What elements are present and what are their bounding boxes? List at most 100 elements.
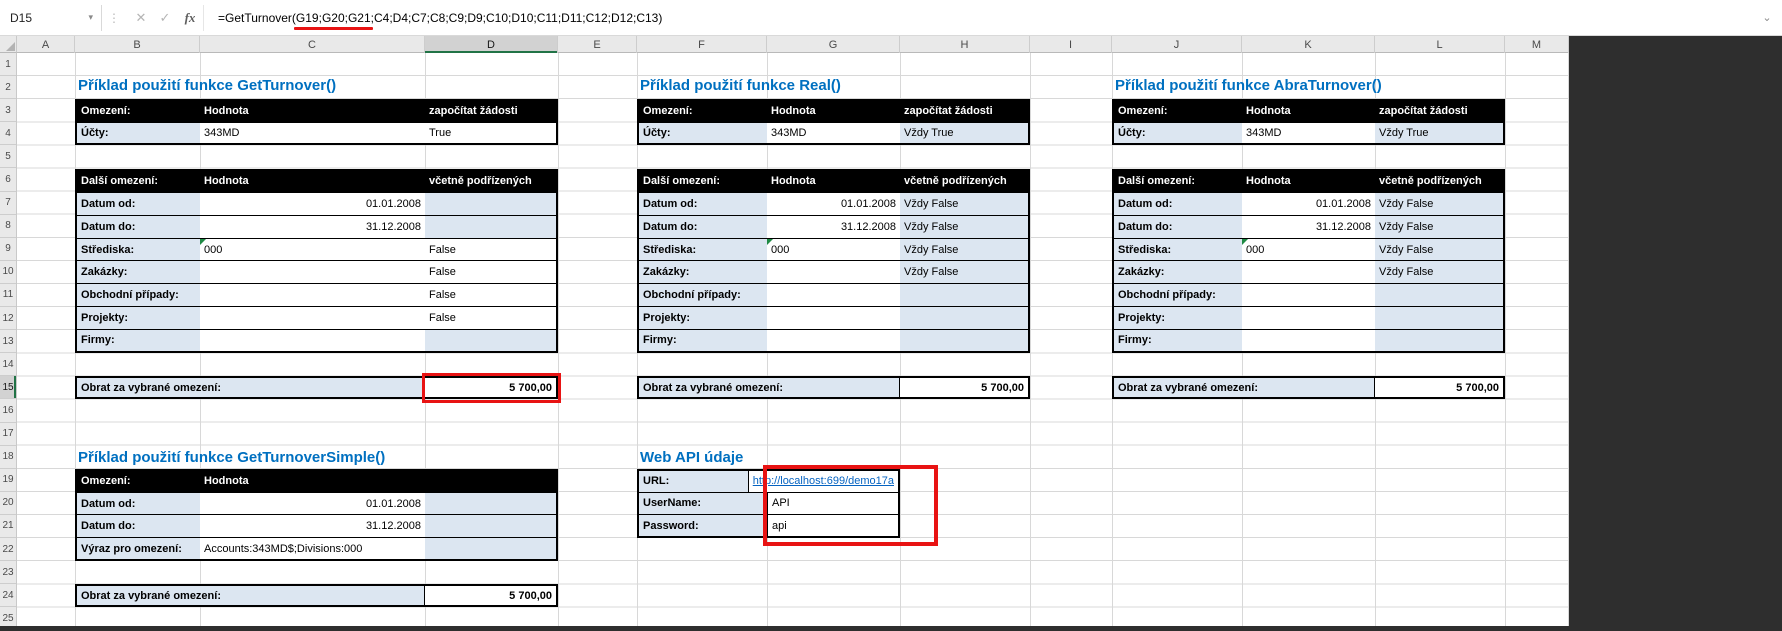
header-cell[interactable]: započítat žádosti: [425, 101, 556, 122]
cell-label[interactable]: URL:: [639, 471, 748, 492]
cell-flag[interactable]: False: [425, 239, 556, 261]
cell-value[interactable]: [1242, 307, 1375, 329]
section-title-real[interactable]: Příklad použití funkce Real(): [640, 77, 841, 94]
cell-value[interactable]: 31.12.2008: [1242, 216, 1375, 238]
column-header-G[interactable]: G: [767, 36, 900, 53]
header-cell[interactable]: Omezení:: [77, 471, 200, 492]
cell-label[interactable]: Firmy:: [77, 330, 200, 352]
row-header-24[interactable]: 24: [0, 584, 16, 607]
cell-label[interactable]: Datum do:: [77, 216, 200, 238]
cell-label[interactable]: Zakázky:: [639, 261, 767, 283]
cell-value[interactable]: API: [767, 493, 898, 514]
cell-label[interactable]: Zakázky:: [77, 261, 200, 283]
row-header-21[interactable]: 21: [0, 515, 16, 538]
cell-value[interactable]: [200, 261, 425, 283]
row-header-19[interactable]: 19: [0, 469, 16, 492]
row-header-5[interactable]: 5: [0, 145, 16, 168]
cell-label[interactable]: Střediska:: [639, 239, 767, 261]
header-cell[interactable]: Omezení:: [1114, 101, 1242, 122]
column-header-J[interactable]: J: [1112, 36, 1242, 53]
cell-flag[interactable]: False: [425, 284, 556, 306]
cell-extra[interactable]: [425, 493, 556, 514]
header-cell[interactable]: Hodnota: [767, 101, 900, 122]
column-header-M[interactable]: M: [1505, 36, 1569, 53]
total-label[interactable]: Obrat za vybrané omezení:: [1114, 378, 1374, 397]
row-header-17[interactable]: 17: [0, 423, 16, 446]
cell-flag[interactable]: [900, 330, 1028, 352]
url-hyperlink[interactable]: http://localhost:699/demo17a: [753, 475, 894, 487]
cell-label[interactable]: Obchodní případy:: [77, 284, 200, 306]
cell-value[interactable]: 01.01.2008: [767, 193, 900, 215]
column-header-F[interactable]: F: [637, 36, 767, 53]
cell-label[interactable]: Zakázky:: [1114, 261, 1242, 283]
select-all-corner[interactable]: [0, 36, 17, 53]
row-header-15[interactable]: 15: [0, 376, 16, 399]
cell-value[interactable]: 343MD: [767, 123, 900, 144]
cell-label[interactable]: Projekty:: [1114, 307, 1242, 329]
column-header-E[interactable]: E: [558, 36, 637, 53]
header-cell[interactable]: včetně podřízených: [1375, 171, 1503, 193]
cell-value[interactable]: [767, 261, 900, 283]
header-cell[interactable]: Další omezení:: [639, 171, 767, 193]
cell-value[interactable]: 31.12.2008: [767, 216, 900, 238]
row-header-14[interactable]: 14: [0, 353, 16, 376]
cell-value[interactable]: 31.12.2008: [200, 216, 425, 238]
cell-flag[interactable]: Vždy False: [900, 216, 1028, 238]
header-cell[interactable]: Hodnota: [200, 171, 425, 193]
cell-flag[interactable]: False: [425, 261, 556, 283]
total-value[interactable]: 5 700,00: [1374, 378, 1503, 397]
cell-flag[interactable]: [900, 307, 1028, 329]
cell-label[interactable]: Password:: [639, 515, 767, 536]
header-cell[interactable]: Hodnota: [1242, 171, 1375, 193]
cell-label[interactable]: Datum do:: [1114, 216, 1242, 238]
cell-flag[interactable]: Vždy False: [900, 261, 1028, 283]
cell-flag[interactable]: [900, 284, 1028, 306]
cancel-icon[interactable]: ✕: [129, 10, 153, 26]
cell-flag[interactable]: [425, 193, 556, 215]
header-cell[interactable]: Hodnota: [200, 471, 556, 492]
cell-extra[interactable]: [425, 538, 556, 559]
cell-value[interactable]: api: [767, 515, 898, 536]
cell-flag[interactable]: True: [425, 123, 556, 144]
cell-label[interactable]: Projekty:: [77, 307, 200, 329]
row-header-1[interactable]: 1: [0, 53, 16, 76]
header-cell[interactable]: započítat žádosti: [900, 101, 1028, 122]
header-cell[interactable]: včetně podřízených: [900, 171, 1028, 193]
column-header-D[interactable]: D: [425, 36, 558, 53]
total-value[interactable]: 5 700,00: [424, 378, 556, 397]
header-cell[interactable]: započítat žádosti: [1375, 101, 1503, 122]
cell-label[interactable]: Účty:: [639, 123, 767, 144]
total-label[interactable]: Obrat za vybrané omezení:: [639, 378, 899, 397]
header-cell[interactable]: Další omezení:: [1114, 171, 1242, 193]
cell-label[interactable]: Střediska:: [1114, 239, 1242, 261]
row-header-2[interactable]: 2: [0, 76, 16, 99]
cell-flag[interactable]: [1375, 284, 1503, 306]
cell-value[interactable]: [200, 284, 425, 306]
name-box[interactable]: D15 ▾: [2, 5, 102, 31]
header-cell[interactable]: Další omezení:: [77, 171, 200, 193]
column-header-I[interactable]: I: [1030, 36, 1112, 53]
total-label[interactable]: Obrat za vybrané omezení:: [77, 378, 424, 397]
cell-label[interactable]: Datum od:: [1114, 193, 1242, 215]
row-header-13[interactable]: 13: [0, 330, 16, 353]
cell-label[interactable]: Firmy:: [1114, 330, 1242, 352]
cell-flag[interactable]: [425, 330, 556, 352]
column-header-C[interactable]: C: [200, 36, 425, 53]
cell-value[interactable]: [1242, 284, 1375, 306]
cell-value[interactable]: [1242, 261, 1375, 283]
cell-extra[interactable]: [425, 515, 556, 536]
cell-value[interactable]: [200, 307, 425, 329]
row-header-3[interactable]: 3: [0, 99, 16, 122]
row-header-16[interactable]: 16: [0, 399, 16, 422]
cell-label[interactable]: Účty:: [1114, 123, 1242, 144]
cell-flag[interactable]: Vždy False: [1375, 193, 1503, 215]
formula-bar-expand-icon[interactable]: ⌄: [1752, 11, 1782, 24]
header-cell[interactable]: včetně podřízených: [425, 171, 556, 193]
section-title-abraturnover[interactable]: Příklad použití funkce AbraTurnover(): [1115, 77, 1382, 94]
formula-input[interactable]: =GetTurnover(G19;G20;G21;C4;D4;C7;C8;C9;…: [203, 5, 1752, 31]
grid-area[interactable]: Příklad použití funkce GetTurnover() Ome…: [17, 53, 1569, 626]
cell-flag[interactable]: Vždy False: [1375, 216, 1503, 238]
column-header-K[interactable]: K: [1242, 36, 1375, 53]
cell-value[interactable]: 000: [767, 239, 900, 261]
cell-flag[interactable]: Vždy True: [1375, 123, 1503, 144]
